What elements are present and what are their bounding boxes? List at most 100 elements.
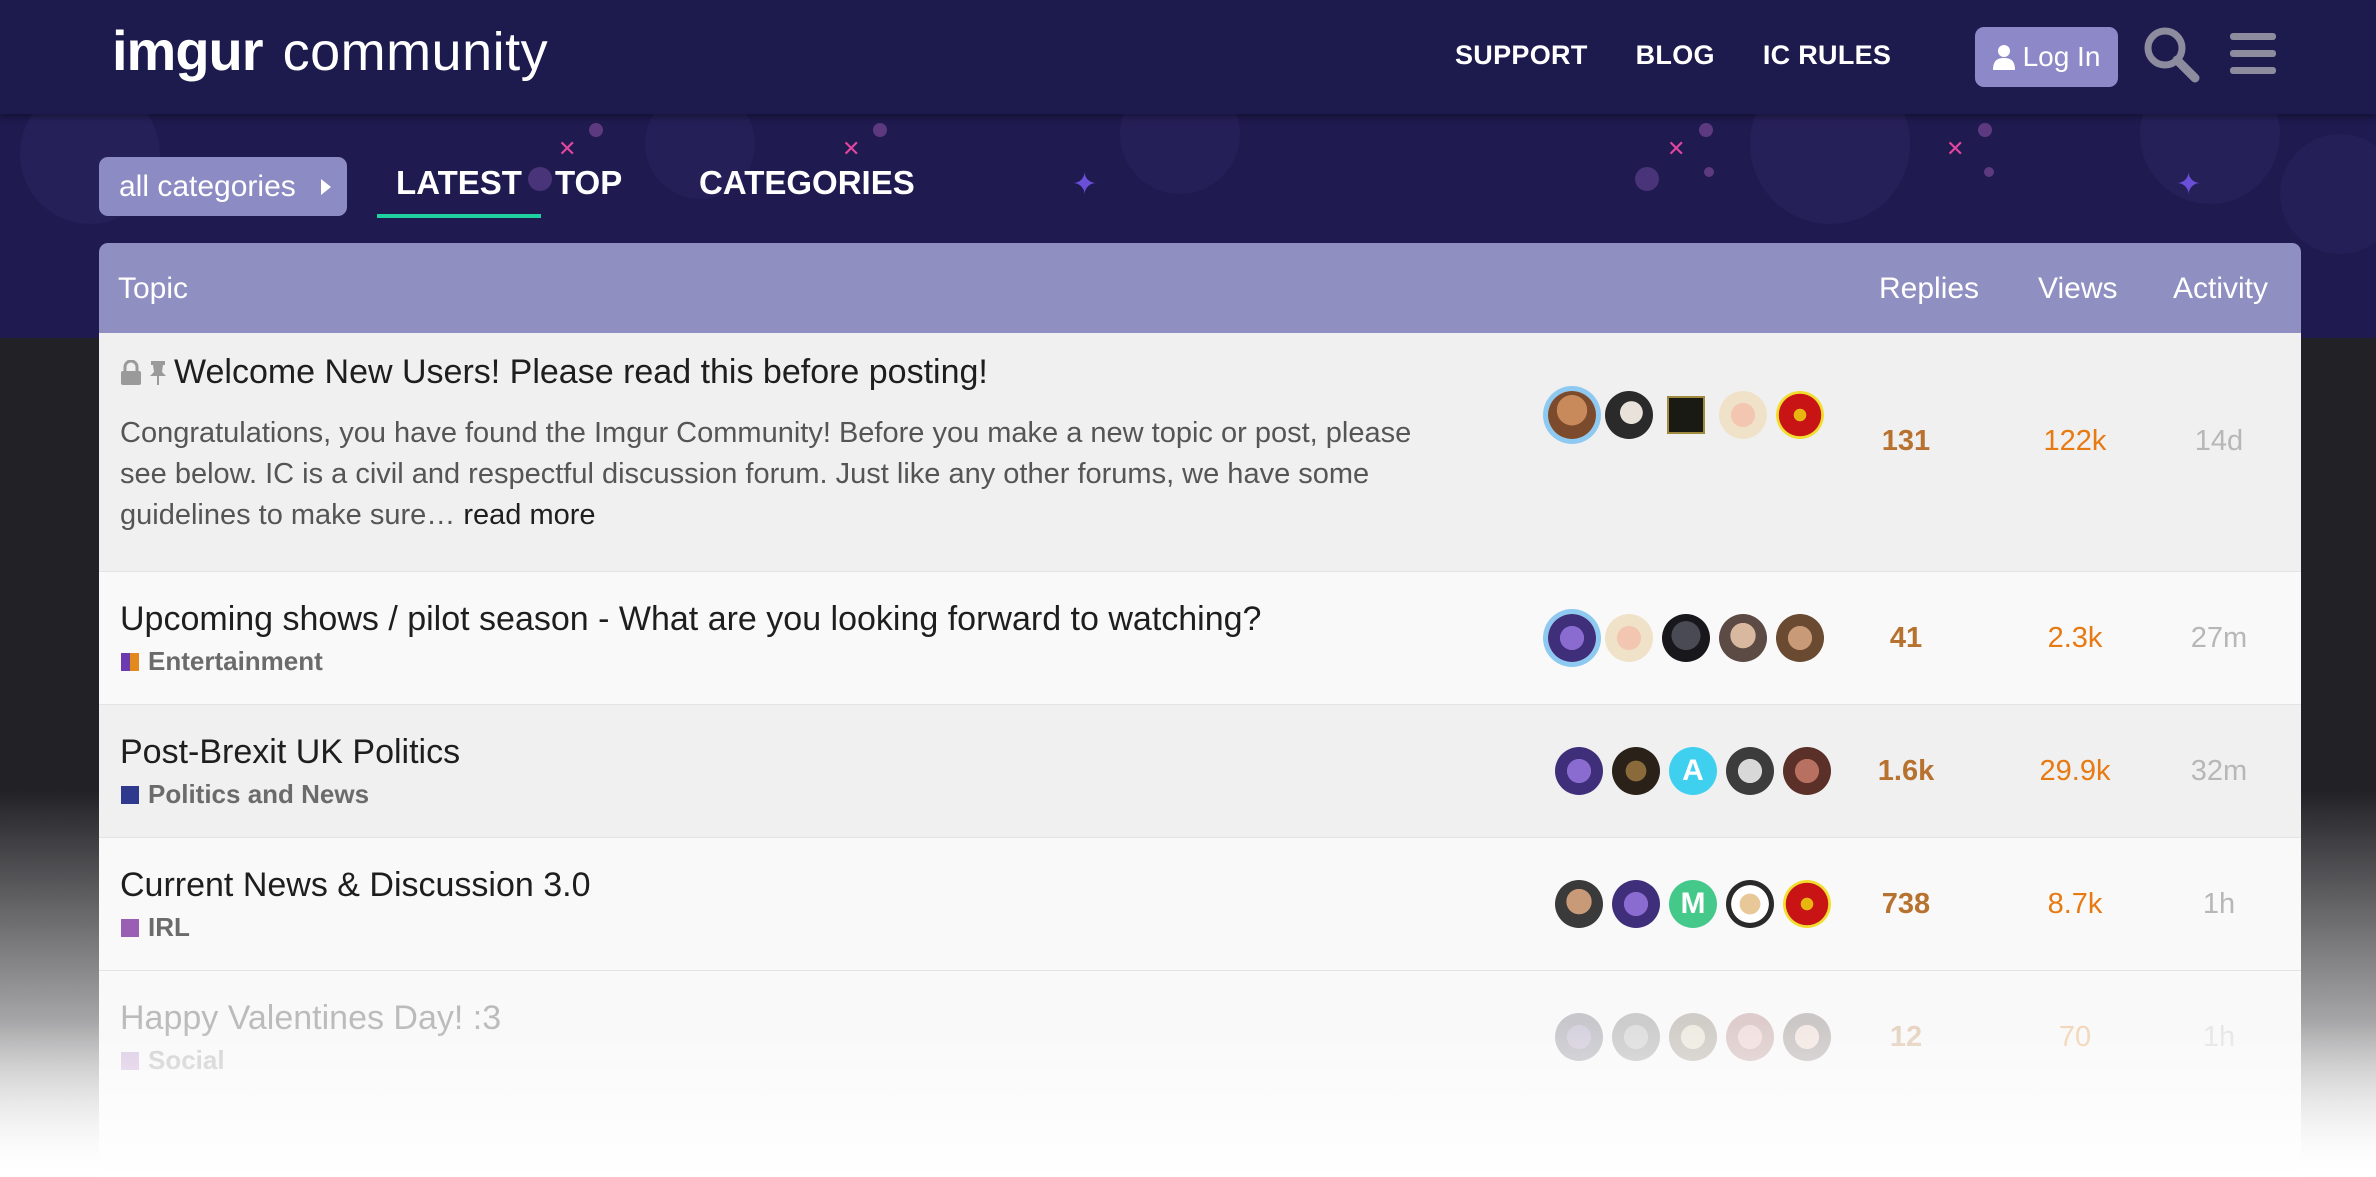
svg-text:✕: ✕ — [1667, 137, 1685, 162]
avatar[interactable] — [1783, 747, 1831, 795]
avatar[interactable]: A — [1669, 747, 1717, 795]
category-color-swatch — [121, 652, 139, 671]
read-more-link[interactable]: read more — [463, 499, 595, 531]
avatar[interactable] — [1612, 880, 1660, 928]
avatar[interactable] — [1662, 614, 1710, 662]
topic-list-header: Topic Replies Views Activity — [99, 243, 2301, 333]
column-header-views[interactable]: Views — [2038, 272, 2117, 306]
avatar[interactable] — [1612, 1013, 1660, 1061]
topic-list-tabs: LATEST TOP CATEGORIES — [377, 162, 915, 218]
svg-text:✕: ✕ — [842, 137, 860, 162]
category-label: Politics and News — [148, 779, 370, 809]
logo-imgur-text: imgur — [112, 19, 264, 82]
pin-icon — [150, 360, 166, 385]
tab-top[interactable]: TOP — [541, 162, 697, 218]
column-header-activity[interactable]: Activity — [2173, 272, 2268, 306]
svg-text:✦: ✦ — [2176, 167, 2201, 202]
replies-count: 1.6k — [1877, 755, 1935, 787]
avatar-letter: M — [1680, 887, 1706, 920]
search-button[interactable] — [2141, 24, 2201, 84]
category-label: Entertainment — [148, 646, 323, 676]
caret-right-icon — [320, 178, 331, 195]
activity-time[interactable]: 32m — [2149, 755, 2289, 788]
avatar[interactable] — [1783, 880, 1831, 928]
activity-time[interactable]: 1h — [2149, 1021, 2289, 1054]
avatar[interactable] — [1669, 1013, 1717, 1061]
topic-category-link[interactable]: Politics and News — [121, 779, 369, 810]
category-label: Social — [148, 1045, 225, 1075]
category-color-swatch — [121, 785, 139, 804]
avatar[interactable] — [1667, 396, 1705, 434]
table-row: Welcome New Users! Please read this befo… — [99, 333, 2301, 571]
topic-list: Topic Replies Views Activity Welcome New… — [99, 243, 2301, 1177]
login-button-label: Log In — [2022, 41, 2101, 72]
lock-icon — [121, 359, 141, 385]
avatar[interactable] — [1726, 1013, 1774, 1061]
hamburger-menu-icon — [2230, 33, 2276, 74]
topic-category-link[interactable]: IRL — [121, 912, 190, 943]
avatar[interactable] — [1605, 614, 1653, 662]
svg-text:✕: ✕ — [1946, 137, 1964, 162]
tab-latest[interactable]: LATEST — [377, 162, 541, 218]
activity-time[interactable]: 14d — [2149, 425, 2289, 458]
avatar[interactable] — [1605, 391, 1653, 439]
activity-time[interactable]: 27m — [2149, 622, 2289, 655]
table-row: Post-Brexit UK Politics Politics and New… — [99, 704, 2301, 837]
views-count: 122k — [2043, 425, 2107, 457]
avatar-letter: A — [1682, 754, 1704, 787]
avatar[interactable] — [1719, 614, 1767, 662]
table-row: Current News & Discussion 3.0 IRL M 738 … — [99, 837, 2301, 970]
nav-blog-link[interactable]: BLOG — [1636, 40, 1715, 71]
avatar[interactable] — [1726, 747, 1774, 795]
topic-title-link[interactable]: Welcome New Users! Please read this befo… — [174, 353, 988, 392]
topic-title-link[interactable]: Upcoming shows / pilot season - What are… — [120, 600, 1261, 639]
table-row: Happy Valentines Day! :3 Social 12 70 1h — [99, 970, 2301, 1177]
column-header-topic: Topic — [118, 272, 189, 305]
category-dropdown[interactable]: all categories — [99, 157, 347, 216]
nav-ic-rules-link[interactable]: IC RULES — [1763, 40, 1891, 71]
svg-text:✕: ✕ — [558, 137, 576, 162]
topic-title-link[interactable]: Happy Valentines Day! :3 — [120, 999, 501, 1038]
avatar[interactable]: M — [1669, 880, 1717, 928]
category-label: IRL — [148, 912, 190, 942]
topic-category-link[interactable]: Social — [121, 1045, 225, 1076]
imgur-community-logo[interactable]: imgur community — [112, 18, 548, 88]
avatar[interactable] — [1783, 1013, 1831, 1061]
avatar[interactable] — [1555, 1013, 1603, 1061]
site-header: imgur community SUPPORT BLOG IC RULES Lo… — [0, 0, 2376, 114]
topic-title-link[interactable]: Post-Brexit UK Politics — [120, 733, 460, 772]
topic-posters: A — [1555, 747, 1831, 795]
avatar[interactable] — [1548, 391, 1596, 439]
avatar[interactable] — [1719, 391, 1767, 439]
topic-title-line: Upcoming shows / pilot season - What are… — [120, 600, 1261, 639]
avatar[interactable] — [1555, 880, 1603, 928]
topic-posters: M — [1555, 880, 1831, 928]
avatar[interactable] — [1612, 747, 1660, 795]
topic-posters — [1548, 391, 1824, 439]
replies-count: 738 — [1881, 888, 1931, 920]
svg-text:✦: ✦ — [1072, 167, 1097, 202]
logo-community-text: community — [282, 22, 549, 82]
views-count: 29.9k — [2039, 755, 2111, 787]
avatar[interactable] — [1555, 747, 1603, 795]
topic-title-line: Post-Brexit UK Politics — [120, 733, 460, 772]
column-header-replies[interactable]: Replies — [1879, 272, 1979, 306]
table-row: Upcoming shows / pilot season - What are… — [99, 571, 2301, 704]
topic-posters — [1548, 614, 1824, 662]
views-count: 2.3k — [2047, 622, 2103, 654]
topic-category-link[interactable]: Entertainment — [121, 646, 323, 677]
avatar[interactable] — [1776, 614, 1824, 662]
activity-time[interactable]: 1h — [2149, 888, 2289, 921]
nav-support-link[interactable]: SUPPORT — [1455, 40, 1588, 71]
replies-count: 12 — [1889, 1021, 1923, 1053]
topic-title-line: Welcome New Users! Please read this befo… — [120, 353, 988, 392]
avatar[interactable] — [1776, 391, 1824, 439]
avatar[interactable] — [1548, 614, 1596, 662]
hamburger-menu-button[interactable] — [2228, 30, 2278, 78]
tab-categories[interactable]: CATEGORIES — [697, 162, 915, 218]
category-color-swatch — [121, 1051, 139, 1070]
topic-title-link[interactable]: Current News & Discussion 3.0 — [120, 866, 591, 905]
category-dropdown-label: all categories — [119, 169, 296, 203]
avatar[interactable] — [1726, 880, 1774, 928]
login-button[interactable]: Log In — [1975, 27, 2118, 87]
